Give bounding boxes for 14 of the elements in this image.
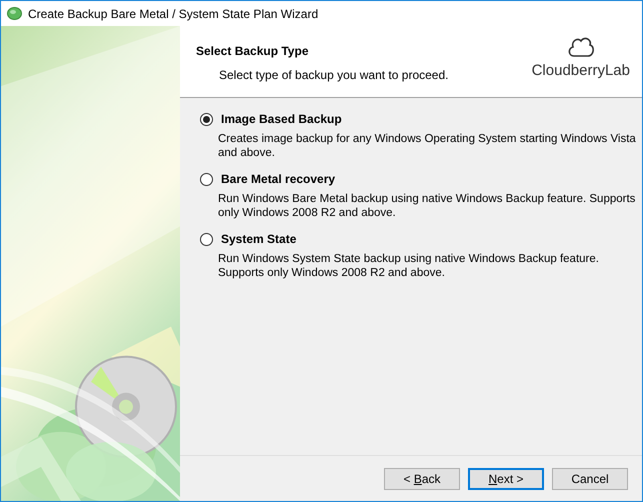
logo-text: CloudberryLab xyxy=(532,61,630,81)
wizard-button[interactable]: Next > xyxy=(468,468,544,490)
page-title: Select Backup Type xyxy=(196,43,310,60)
option-description: Creates image backup for any Windows Operating System starting Windows Vista and above. xyxy=(217,132,637,160)
option-description: Run Windows Bare Metal backup using native Windows Backup feature. Supports only Windows 2008 R2 and above. xyxy=(217,192,636,220)
wizard-button[interactable]: < Back xyxy=(384,468,460,490)
app-icon xyxy=(7,7,22,20)
page-subtitle: Select type of backup you want to proceed. xyxy=(218,67,448,84)
radio-option[interactable]: System State xyxy=(200,230,642,248)
radio-option[interactable]: Image Based Backup xyxy=(200,110,642,128)
wizard-button[interactable]: Cancel xyxy=(552,468,628,490)
radio-option[interactable]: Bare Metal recovery xyxy=(200,170,642,188)
option-description: Run Windows System State backup using native Windows Backup feature. Supports only Windows 2008 R2 and above. xyxy=(217,252,600,280)
window-title: Create Backup Bare Metal / System State Plan Wizard xyxy=(28,6,318,22)
